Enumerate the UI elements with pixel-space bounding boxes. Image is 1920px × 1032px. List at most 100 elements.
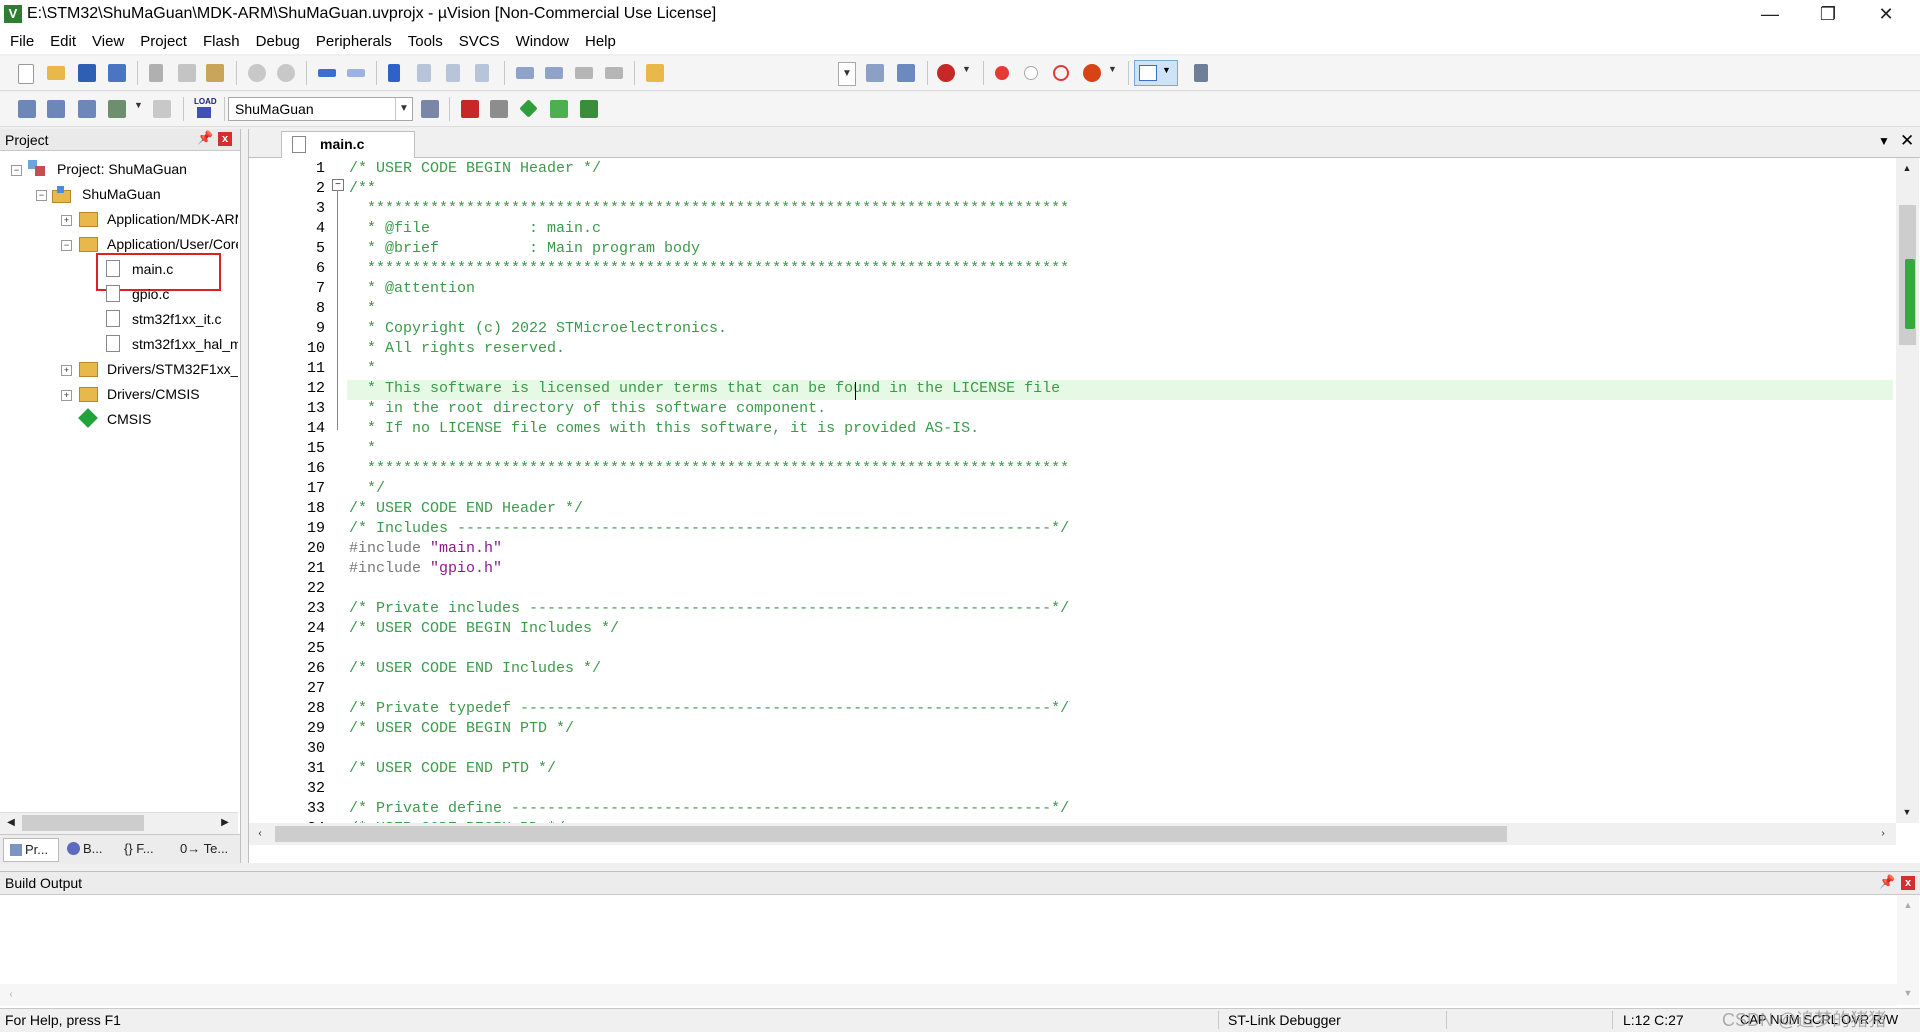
- find-combo[interactable]: ▼: [838, 62, 856, 86]
- chevron-down-icon[interactable]: ▼: [962, 64, 971, 74]
- window-layout-button[interactable]: ▼: [1134, 60, 1178, 86]
- pin-icon[interactable]: 📌: [1879, 874, 1895, 890]
- find-in-files-icon[interactable]: [646, 64, 664, 82]
- scroll-right-icon[interactable]: ▶: [216, 813, 234, 833]
- expand-icon[interactable]: +: [61, 215, 72, 226]
- bookmark-icon[interactable]: [388, 64, 400, 82]
- stop-build-icon[interactable]: [153, 100, 171, 118]
- menu-window[interactable]: Window: [506, 30, 575, 54]
- tree-group-cmsis[interactable]: + Drivers/CMSIS: [0, 382, 238, 407]
- tree-file-main[interactable]: main.c: [0, 257, 238, 282]
- chevron-down-icon[interactable]: ▼: [134, 100, 143, 110]
- collapse-icon[interactable]: −: [36, 190, 47, 201]
- clear-bookmarks-icon[interactable]: [475, 64, 489, 82]
- tree-file-gpio[interactable]: gpio.c: [0, 282, 238, 307]
- target-options-icon[interactable]: [421, 100, 439, 118]
- translate-icon[interactable]: [18, 100, 36, 118]
- download-button[interactable]: LOAD: [193, 97, 217, 121]
- menu-help[interactable]: Help: [575, 30, 622, 54]
- tree-group-hal-driver[interactable]: + Drivers/STM32F1xx_HAL_Driver: [0, 357, 238, 382]
- cut-icon[interactable]: [149, 64, 163, 82]
- expand-icon[interactable]: +: [61, 390, 72, 401]
- scroll-right-icon[interactable]: ›: [1874, 824, 1892, 844]
- configure-icon[interactable]: [1194, 64, 1208, 82]
- unindent-icon[interactable]: [545, 67, 563, 79]
- chevron-down-icon[interactable]: ▼: [839, 63, 855, 85]
- tree-file-it[interactable]: stm32f1xx_it.c: [0, 307, 238, 332]
- tab-project[interactable]: Pr...: [3, 838, 59, 862]
- select-packs-icon[interactable]: [490, 100, 508, 118]
- build-vertical-scrollbar[interactable]: ▲ ▼: [1897, 895, 1919, 1005]
- collapse-icon[interactable]: −: [61, 240, 72, 251]
- chevron-down-icon[interactable]: ▼: [395, 98, 412, 120]
- find-icon[interactable]: [866, 64, 884, 82]
- comment-icon[interactable]: [575, 67, 593, 79]
- menu-view[interactable]: View: [82, 30, 130, 54]
- close-window-button[interactable]: ✕: [1857, 0, 1915, 30]
- next-bookmark-icon[interactable]: [446, 64, 460, 82]
- scroll-left-icon[interactable]: ‹: [2, 985, 20, 1005]
- tree-target[interactable]: − ShuMaGuan: [0, 182, 238, 207]
- editor-vertical-scrollbar[interactable]: ▲ ▼: [1896, 158, 1919, 823]
- build-icon[interactable]: [47, 100, 65, 118]
- menu-peripherals[interactable]: Peripherals: [306, 30, 398, 54]
- fold-collapse-icon[interactable]: −: [332, 179, 344, 191]
- incremental-find-icon[interactable]: [897, 64, 915, 82]
- scroll-left-icon[interactable]: ◀: [2, 813, 20, 833]
- tab-functions[interactable]: {} F...: [124, 838, 174, 860]
- menu-flash[interactable]: Flash: [193, 30, 246, 54]
- new-file-icon[interactable]: [18, 64, 34, 84]
- batch-build-icon[interactable]: [108, 100, 126, 118]
- close-pane-icon[interactable]: x: [218, 132, 232, 146]
- maximize-button[interactable]: ❐: [1799, 0, 1857, 30]
- tab-list-dropdown-icon[interactable]: ▼: [1878, 134, 1890, 148]
- manage-project-items-icon[interactable]: [461, 100, 479, 118]
- tree-cmsis-component[interactable]: CMSIS: [0, 407, 238, 432]
- project-horizontal-scrollbar[interactable]: ◀ ▶: [0, 812, 238, 835]
- chevron-down-icon[interactable]: ▼: [1108, 64, 1117, 74]
- expand-icon[interactable]: +: [61, 365, 72, 376]
- navigate-back-icon[interactable]: [318, 69, 336, 77]
- prev-bookmark-icon[interactable]: [417, 64, 431, 82]
- code-editor[interactable]: − 1/* USER CODE BEGIN Header */2/** 3 ***…: [249, 158, 1896, 823]
- tree-file-hal-msp[interactable]: stm32f1xx_hal_msp.c: [0, 332, 238, 357]
- copy-icon[interactable]: [178, 64, 196, 82]
- editor-tab-main-c[interactable]: main.c: [281, 131, 415, 158]
- paste-icon[interactable]: [206, 64, 224, 82]
- navigate-forward-icon[interactable]: [347, 69, 365, 77]
- stm32cubemx-icon[interactable]: [580, 100, 598, 118]
- tree-group-mdk-arm[interactable]: + Application/MDK-ARM: [0, 207, 238, 232]
- menu-project[interactable]: Project: [130, 30, 193, 54]
- minimize-button[interactable]: —: [1741, 0, 1799, 30]
- tree-project-root[interactable]: − Project: ShuMaGuan: [0, 157, 238, 182]
- menu-debug[interactable]: Debug: [246, 30, 306, 54]
- disable-breakpoints-icon[interactable]: [1053, 65, 1069, 81]
- target-select[interactable]: ShuMaGuan ▼: [228, 97, 413, 121]
- scroll-down-icon[interactable]: ▼: [1899, 983, 1917, 1003]
- enable-breakpoint-icon[interactable]: [1024, 66, 1038, 80]
- scroll-thumb[interactable]: [22, 815, 144, 831]
- scroll-left-icon[interactable]: ‹: [251, 824, 269, 844]
- tab-books[interactable]: B...: [63, 838, 113, 860]
- tab-templates[interactable]: 0→ Te...: [180, 838, 236, 860]
- menu-file[interactable]: File: [0, 30, 40, 54]
- scroll-thumb[interactable]: [275, 826, 1507, 842]
- menu-edit[interactable]: Edit: [40, 30, 82, 54]
- save-icon[interactable]: [78, 64, 96, 82]
- build-output-text[interactable]: [0, 895, 1897, 984]
- menu-svcs[interactable]: SVCS: [449, 30, 506, 54]
- collapse-icon[interactable]: −: [11, 165, 22, 176]
- rebuild-icon[interactable]: [78, 100, 96, 118]
- pack-installer-icon[interactable]: [550, 100, 568, 118]
- uncomment-icon[interactable]: [605, 67, 623, 79]
- scroll-up-icon[interactable]: ▲: [1898, 158, 1916, 178]
- editor-horizontal-scrollbar[interactable]: ‹ ›: [249, 823, 1896, 845]
- pin-icon[interactable]: 📌: [197, 130, 213, 146]
- kill-breakpoints-icon[interactable]: [1083, 64, 1101, 82]
- save-all-icon[interactable]: [108, 64, 126, 82]
- scroll-down-icon[interactable]: ▼: [1898, 802, 1916, 822]
- build-horizontal-scrollbar[interactable]: ‹: [0, 984, 1897, 1006]
- close-pane-icon[interactable]: x: [1901, 876, 1915, 890]
- scroll-up-icon[interactable]: ▲: [1899, 895, 1917, 915]
- indent-icon[interactable]: [516, 67, 534, 79]
